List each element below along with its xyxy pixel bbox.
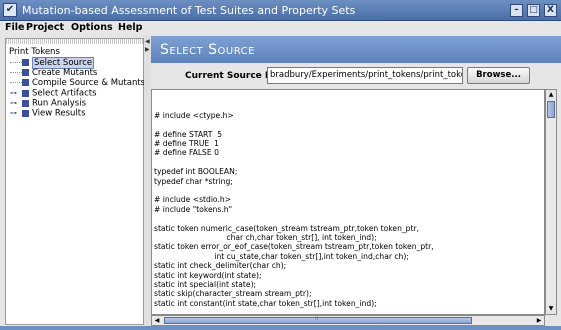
minimize-button[interactable]: – <box>510 4 523 17</box>
window-bottom-border <box>0 326 561 330</box>
code-line: # include <stdio.h> <box>154 195 232 205</box>
menu-bar: File Project Options Help <box>0 21 561 35</box>
menu-help[interactable]: Help <box>118 22 142 34</box>
vertical-scroll-thumb[interactable] <box>547 101 555 118</box>
menu-project[interactable]: Project <box>26 22 64 34</box>
scroll-grip-icon: ⁞⁞ <box>315 316 319 322</box>
tree-item-view-results[interactable]: ⊶ View Results <box>10 108 86 119</box>
scroll-right-icon[interactable]: ▶ <box>534 316 544 325</box>
split-pane-divider[interactable]: ◀ ▶ <box>144 36 151 326</box>
scroll-left-icon[interactable]: ◀ <box>152 316 162 325</box>
scroll-down-icon[interactable]: ▼ <box>546 304 556 314</box>
browse-button[interactable]: Browse... <box>467 67 530 84</box>
scroll-up-icon[interactable]: ▲ <box>546 90 556 100</box>
code-line: static token error_or_eof_case(token_str… <box>154 242 434 252</box>
menu-file[interactable]: File <box>5 22 24 34</box>
vertical-scrollbar[interactable]: ▲ ▼ <box>545 89 557 315</box>
window-menu-icon[interactable]: ✔ <box>3 3 17 17</box>
source-file-field[interactable]: bradbury/Experiments/print_tokens/print_… <box>267 67 463 84</box>
code-line: # define FALSE 0 <box>154 148 219 158</box>
code-line: static int constant(int state,char token… <box>154 298 377 308</box>
code-line: # define TRUE 1 <box>154 139 219 148</box>
panel-title: Select Source <box>160 42 255 58</box>
tree-item-select-artifacts[interactable]: ⊶ Select Artifacts <box>10 88 97 99</box>
tree-item-label: Run Analysis <box>32 98 87 109</box>
tree-item-label: Create Mutants <box>32 68 98 78</box>
code-line: static token numeric_case(token_stream t… <box>154 223 420 233</box>
code-line: static int keyword(int state); <box>154 270 262 280</box>
expand-handle-icon[interactable]: ⊶ <box>10 108 22 118</box>
code-line: # include <ctype.h> <box>154 110 234 120</box>
source-code-view[interactable]: # include <ctype.h> # define START 5 # def… <box>151 89 545 315</box>
close-button[interactable]: X <box>544 4 557 17</box>
scroll-corner <box>545 315 557 326</box>
tree-connector <box>10 81 22 84</box>
tree-connector <box>10 61 22 64</box>
step-icon <box>22 59 29 66</box>
navigation-tree: Print Tokens Select Source Create Mutant… <box>5 38 145 325</box>
step-icon <box>22 109 29 117</box>
step-icon <box>22 99 29 107</box>
step-icon <box>22 69 29 76</box>
tree-item-label: Compile Source & Mutants <box>32 78 146 88</box>
tree-item-run-analysis[interactable]: ⊶ Run Analysis <box>10 98 87 109</box>
title-bar: ✔ Mutation-based Assessment of Test Suit… <box>0 0 561 21</box>
menu-options[interactable]: Options <box>71 22 113 34</box>
code-line: typedef int BOOLEAN; <box>154 167 238 177</box>
window-title: Mutation-based Assessment of Test Suites… <box>22 4 356 17</box>
code-line: int cu_state,char token_str[],int token_… <box>154 251 409 261</box>
tree-grip <box>6 39 143 44</box>
code-line: char ch,char token_str[], int token_ind)… <box>154 233 377 242</box>
code-line: static skip(character_stream stream_ptr)… <box>154 289 312 299</box>
code-line: # define START 5 <box>154 129 223 139</box>
tree-item-select-source[interactable]: Select Source <box>10 57 95 69</box>
collapse-left-icon[interactable]: ◀ <box>145 38 150 45</box>
tree-item-compile[interactable]: Compile Source & Mutants <box>10 78 145 88</box>
tree-item-label: Select Artifacts <box>32 88 97 99</box>
panel-header: Select Source <box>151 36 561 63</box>
expand-handle-icon[interactable]: ⊶ <box>10 88 22 98</box>
expand-right-icon[interactable]: ▶ <box>145 46 150 53</box>
tree-root[interactable]: Print Tokens <box>9 47 60 57</box>
tree-item-label: View Results <box>32 108 86 119</box>
tree-connector <box>10 71 22 74</box>
maximize-button[interactable]: □ <box>527 4 540 17</box>
step-icon <box>22 79 29 86</box>
code-line: static int check_delimiter(char ch); <box>154 261 287 271</box>
code-line: static int special(int state); <box>154 280 257 289</box>
horizontal-scrollbar[interactable]: ◀ ⁞⁞ ▶ <box>151 315 545 326</box>
code-line: typedef char *string; <box>154 176 233 186</box>
step-icon <box>22 89 29 97</box>
tree-item-create-mutants[interactable]: Create Mutants <box>10 68 97 78</box>
expand-handle-icon[interactable]: ⊶ <box>10 98 22 108</box>
code-line: # include "tokens.h" <box>154 204 233 214</box>
